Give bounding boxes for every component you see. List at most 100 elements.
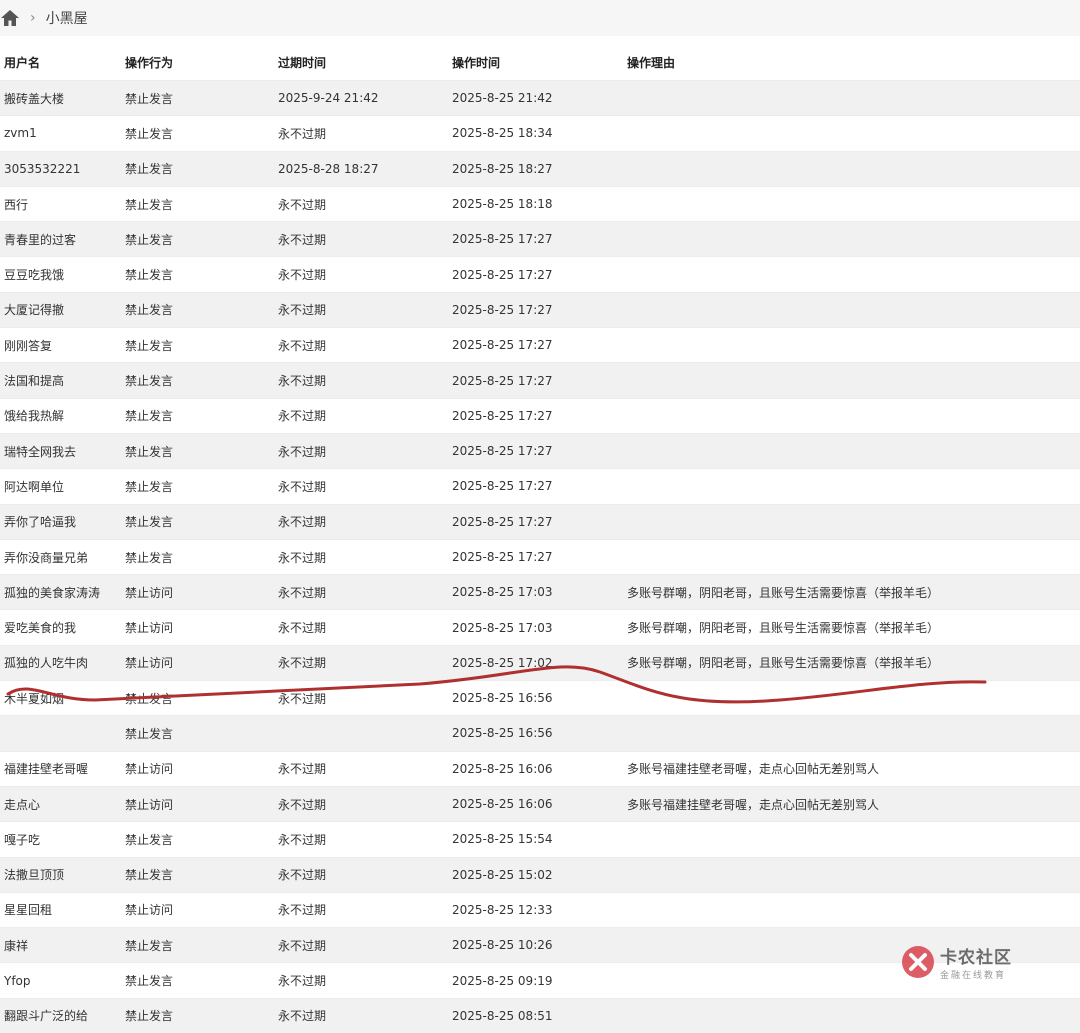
table-row: 3053532221 禁止发言 2025-8-28 18:27 2025-8-25 1…	[0, 150, 1080, 186]
cell-operation-time: 2025-8-25 17:27	[452, 479, 553, 494]
cell-expire-time: 永不过期	[278, 585, 327, 600]
cell-expire-time: 永不过期	[278, 938, 327, 953]
cell-username[interactable]: 康祥	[4, 928, 122, 962]
cell-action: 禁止发言	[125, 162, 174, 177]
cell-username[interactable]: 嘎子吃	[4, 822, 122, 856]
cell-operation-time: 2025-8-25 18:34	[452, 126, 553, 141]
cell-username[interactable]: 福建挂壁老哥喔	[4, 752, 122, 786]
cell-expire-time: 永不过期	[278, 656, 327, 671]
watermark-title: 卡农社区	[940, 948, 1012, 968]
header-username: 用户名	[4, 55, 41, 70]
cell-operation-time: 2025-8-25 17:02	[452, 655, 553, 670]
cell-operation-time: 2025-8-25 17:27	[452, 302, 553, 317]
cell-reason: 多账号群嘲，阴阳老哥，且账号生活需要惊喜（举报羊毛）	[627, 585, 940, 600]
cell-username[interactable]: 饿给我热解	[4, 399, 122, 433]
cell-reason	[627, 893, 1067, 927]
cell-expire-time: 永不过期	[278, 126, 327, 141]
cell-expire-time	[278, 716, 448, 750]
table-row: 阿达啊单位 禁止发言 永不过期 2025-8-25 17:27	[0, 468, 1080, 504]
cell-username[interactable]: 豆豆吃我饿	[4, 257, 122, 291]
cell-operation-time: 2025-8-25 16:06	[452, 761, 553, 776]
cell-reason	[627, 822, 1067, 856]
cell-action: 禁止发言	[125, 938, 174, 953]
cell-reason	[627, 469, 1067, 503]
cell-username[interactable]: 翻跟斗广泛的给	[4, 999, 122, 1033]
cell-operation-time: 2025-8-25 16:56	[452, 691, 553, 706]
table-row: 走点心 禁止访问 永不过期 2025-8-25 16:06 多账号福建挂壁老哥喔，走点心…	[0, 785, 1080, 822]
cell-operation-time: 2025-8-25 17:27	[452, 267, 553, 282]
cell-expire-time: 永不过期	[278, 974, 327, 989]
cell-reason	[627, 257, 1067, 291]
cell-username[interactable]	[4, 716, 122, 750]
cell-username[interactable]: 弄你没商量兄弟	[4, 540, 122, 574]
cell-username[interactable]: 木半夏如烟	[4, 681, 122, 715]
cell-expire-time: 永不过期	[278, 479, 327, 494]
cell-username[interactable]: 瑞特全网我去	[4, 434, 122, 468]
table-row: 大厦记得撤 禁止发言 永不过期 2025-8-25 17:27	[0, 291, 1080, 328]
cell-username[interactable]: 弄你了哈逼我	[4, 505, 122, 539]
cell-username[interactable]: Yfop	[4, 963, 122, 997]
cell-username[interactable]: 孤独的美食家涛涛	[4, 575, 122, 609]
cell-username[interactable]: zvm1	[4, 116, 122, 150]
cell-reason	[627, 328, 1067, 362]
cell-username[interactable]: 走点心	[4, 787, 122, 821]
cell-reason	[627, 716, 1067, 750]
cell-expire-time: 永不过期	[278, 691, 327, 706]
cell-reason	[627, 540, 1067, 574]
cell-action: 禁止发言	[125, 338, 174, 353]
cell-username[interactable]: 法国和提高	[4, 363, 122, 397]
table-row: 嘎子吃 禁止发言 永不过期 2025-8-25 15:54	[0, 821, 1080, 857]
cell-operation-time: 2025-8-25 16:56	[452, 726, 553, 741]
cell-username[interactable]: 3053532221	[4, 152, 122, 186]
home-icon[interactable]	[0, 8, 20, 28]
cell-operation-time: 2025-8-25 09:19	[452, 973, 553, 988]
cell-operation-time: 2025-8-25 17:27	[452, 514, 553, 529]
cell-action: 禁止发言	[125, 868, 174, 883]
cell-username[interactable]: 西行	[4, 187, 122, 221]
cell-username[interactable]: 法撒旦顶顶	[4, 858, 122, 892]
table-row: 豆豆吃我饿 禁止发言 永不过期 2025-8-25 17:27	[0, 256, 1080, 292]
cell-operation-time: 2025-8-25 17:03	[452, 585, 553, 600]
cell-username[interactable]: 阿达啊单位	[4, 469, 122, 503]
cell-action: 禁止发言	[125, 232, 174, 247]
cell-action: 禁止访问	[125, 621, 174, 636]
cell-operation-time: 2025-8-25 17:27	[452, 373, 553, 388]
cell-username[interactable]: 青春里的过客	[4, 222, 122, 256]
table-row: 孤独的人吃牛肉 禁止访问 永不过期 2025-8-25 17:02 多账号群嘲，阴阳老哥…	[0, 644, 1080, 681]
cell-action: 禁止发言	[125, 515, 174, 530]
cell-reason	[627, 363, 1067, 397]
cell-operation-time: 2025-8-25 16:06	[452, 797, 553, 812]
cell-username[interactable]: 搬砖盖大楼	[4, 81, 122, 115]
cell-action: 禁止访问	[125, 903, 174, 918]
cell-username[interactable]: 大厦记得撤	[4, 293, 122, 327]
cell-operation-time: 2025-8-25 17:27	[452, 550, 553, 564]
cell-username[interactable]: 孤独的人吃牛肉	[4, 646, 122, 680]
cell-action: 禁止发言	[125, 832, 174, 847]
table-row: 刚刚答复 禁止发言 永不过期 2025-8-25 17:27	[0, 327, 1080, 363]
cell-expire-time: 永不过期	[278, 550, 327, 565]
table-row: 西行 禁止发言 永不过期 2025-8-25 18:18	[0, 185, 1080, 222]
cell-operation-time: 2025-8-25 10:26	[452, 938, 553, 953]
cell-expire-time: 永不过期	[278, 515, 327, 530]
cell-action: 禁止发言	[125, 691, 174, 706]
cell-action: 禁止访问	[125, 762, 174, 777]
breadcrumb-current: 小黑屋	[45, 11, 88, 27]
cell-username[interactable]: 刚刚答复	[4, 328, 122, 362]
cell-action: 禁止发言	[125, 479, 174, 494]
cell-reason	[627, 152, 1067, 186]
cell-reason	[627, 187, 1067, 221]
cell-action: 禁止发言	[125, 303, 174, 318]
cell-action: 禁止发言	[125, 409, 174, 424]
table-row: 弄你了哈逼我 禁止发言 永不过期 2025-8-25 17:27	[0, 503, 1080, 539]
cell-username[interactable]: 爱吃美食的我	[4, 610, 122, 644]
cell-reason	[627, 681, 1067, 715]
watermark-subtitle: 金融在线教育	[940, 971, 1007, 981]
cell-reason	[627, 999, 1067, 1033]
cell-operation-time: 2025-8-25 17:27	[452, 232, 553, 247]
cell-expire-time: 永不过期	[278, 762, 327, 777]
cell-expire-time: 2025-9-24 21:42	[278, 91, 379, 106]
table-row: 爱吃美食的我 禁止访问 永不过期 2025-8-25 17:03 多账号群嘲，阴阳老哥，…	[0, 609, 1080, 645]
cell-username[interactable]: 星星回租	[4, 893, 122, 927]
table-row: 弄你没商量兄弟 禁止发言 永不过期 2025-8-25 17:27	[0, 538, 1080, 575]
cell-action: 禁止发言	[125, 726, 174, 741]
